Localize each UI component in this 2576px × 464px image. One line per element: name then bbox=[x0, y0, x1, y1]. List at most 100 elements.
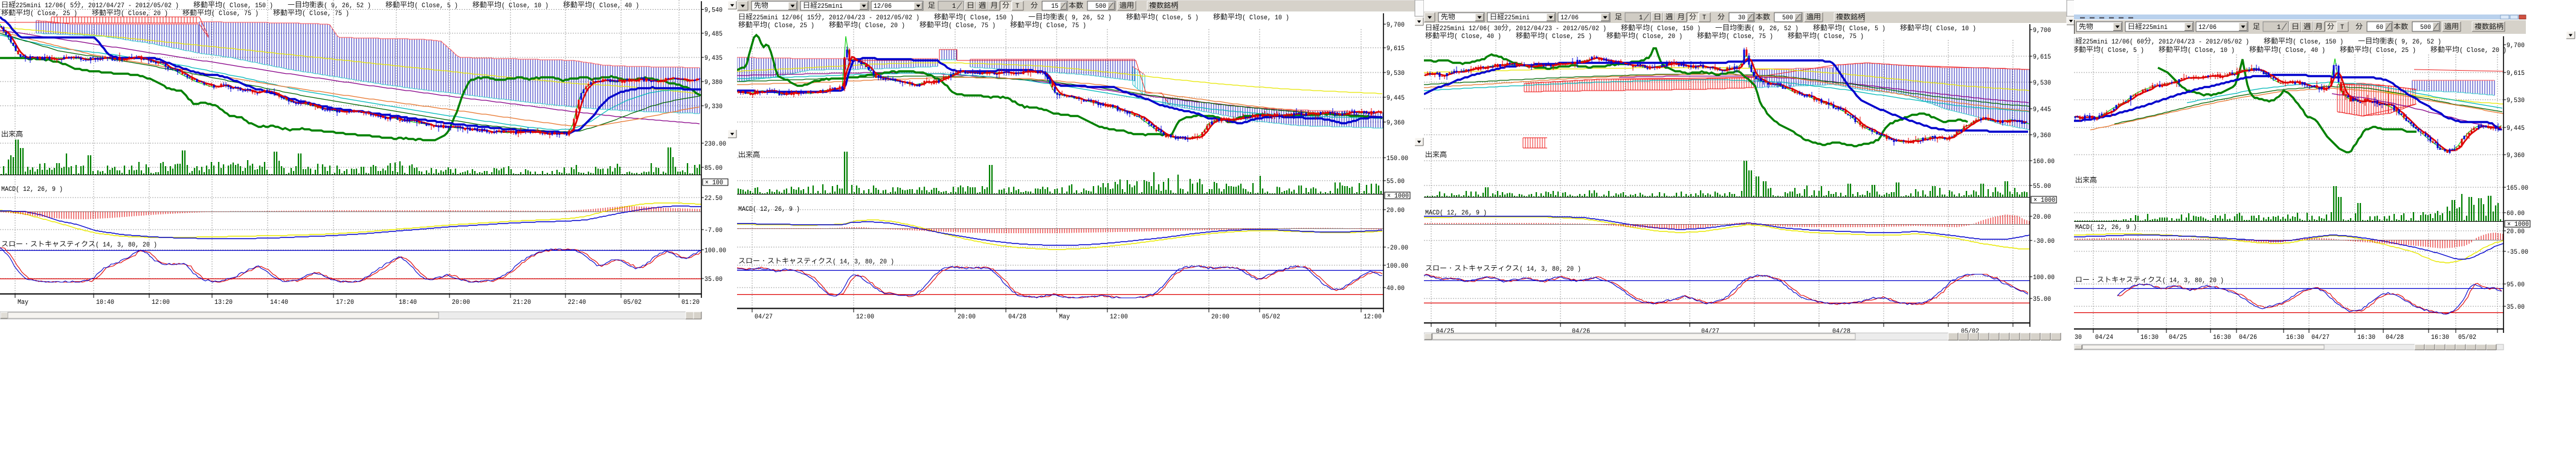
svg-text:22.50: 22.50 bbox=[704, 195, 723, 202]
svg-text:9,615: 9,615 bbox=[2507, 70, 2525, 77]
svg-text:100.00: 100.00 bbox=[2033, 274, 2055, 282]
svg-text:( Close, 10 ): ( Close, 10 ) bbox=[2188, 47, 2249, 54]
svg-text:-30.00: -30.00 bbox=[2033, 238, 2055, 245]
svg-text:20.00: 20.00 bbox=[2507, 228, 2525, 236]
svg-text:12/06: 12/06 bbox=[2198, 24, 2217, 31]
svg-text:-7.00: -7.00 bbox=[704, 227, 723, 234]
svg-text:9,445: 9,445 bbox=[2033, 106, 2051, 114]
svg-text:9,700: 9,700 bbox=[2507, 42, 2525, 50]
svg-text:( 9, 26, 52 ): ( 9, 26, 52 ) bbox=[1064, 14, 1126, 22]
svg-text:, 2012/04/23 - 2012/05/02 ): , 2012/04/23 - 2012/05/02 ) bbox=[2151, 39, 2264, 46]
svg-text:( Close, 20 ): ( Close, 20 ) bbox=[858, 22, 919, 30]
svg-text:9,615: 9,615 bbox=[1386, 45, 1405, 53]
svg-text:9,540: 9,540 bbox=[704, 7, 723, 14]
svg-text:May: May bbox=[18, 299, 28, 306]
svg-text:( Close, 75 ): ( Close, 75 ) bbox=[302, 10, 349, 18]
svg-text:MACD( 12, 26, 9 ): MACD( 12, 26, 9 ) bbox=[2075, 224, 2137, 231]
svg-text:( 14, 3, 80, 20 ): ( 14, 3, 80, 20 ) bbox=[2162, 277, 2224, 285]
svg-text:500: 500 bbox=[2420, 24, 2431, 31]
svg-text:150.00: 150.00 bbox=[1386, 155, 1408, 163]
svg-text:12:00: 12:00 bbox=[152, 299, 170, 306]
svg-text:01:20: 01:20 bbox=[681, 299, 700, 306]
svg-text:20.00: 20.00 bbox=[2033, 214, 2051, 221]
svg-text:22:40: 22:40 bbox=[568, 299, 586, 306]
svg-text:100.00: 100.00 bbox=[1386, 263, 1408, 270]
svg-text:12/06: 12/06 bbox=[874, 3, 892, 10]
svg-text:9,530: 9,530 bbox=[1386, 70, 1405, 77]
svg-text:500: 500 bbox=[1095, 3, 1106, 10]
svg-text:30: 30 bbox=[1738, 14, 1745, 22]
svg-text:( 14, 3, 80, 20 ): ( 14, 3, 80, 20 ) bbox=[95, 242, 157, 249]
svg-text:( Close, 75 ): ( Close, 75 ) bbox=[948, 22, 1010, 30]
svg-text:85.00: 85.00 bbox=[704, 165, 723, 172]
svg-text:May: May bbox=[1059, 314, 1070, 321]
svg-text:( Close, 20 ): ( Close, 20 ) bbox=[121, 10, 182, 18]
svg-text:225mini 12/06( 60: 225mini 12/06( 60 bbox=[2082, 39, 2144, 46]
svg-text:20:00: 20:00 bbox=[958, 314, 976, 321]
svg-text:35.00: 35.00 bbox=[2507, 304, 2525, 311]
svg-text:55.00: 55.00 bbox=[1386, 178, 1405, 185]
svg-text:18:40: 18:40 bbox=[399, 299, 417, 306]
svg-text:× 1000: × 1000 bbox=[2507, 221, 2529, 228]
svg-text:( Close, 40 ): ( Close, 40 ) bbox=[2278, 47, 2340, 54]
svg-text:( 14, 3, 80, 20 ): ( 14, 3, 80, 20 ) bbox=[832, 259, 894, 266]
svg-text:9,360: 9,360 bbox=[1386, 120, 1405, 127]
svg-text:9,435: 9,435 bbox=[704, 55, 723, 62]
svg-text:9,445: 9,445 bbox=[2507, 125, 2525, 132]
svg-text:1: 1 bbox=[952, 3, 956, 10]
svg-text:( Close, 10 ): ( Close, 10 ) bbox=[1929, 25, 1976, 33]
svg-text:225mini 12/06( 30: 225mini 12/06( 30 bbox=[1440, 25, 1501, 33]
svg-text:04/26: 04/26 bbox=[2239, 334, 2257, 341]
svg-text:10:40: 10:40 bbox=[96, 299, 114, 306]
svg-text:( Close, 40 ): ( Close, 40 ) bbox=[1454, 33, 1516, 40]
svg-text:225mini: 225mini bbox=[817, 3, 843, 10]
svg-text:T: T bbox=[1702, 14, 1706, 22]
svg-text:20.00: 20.00 bbox=[1386, 207, 1405, 214]
svg-text:9,360: 9,360 bbox=[2033, 132, 2051, 140]
svg-text:1: 1 bbox=[1639, 14, 1643, 22]
svg-text:( Close, 150 ): ( Close, 150 ) bbox=[1650, 25, 1715, 33]
svg-text:9,530: 9,530 bbox=[2507, 97, 2525, 105]
svg-text:1: 1 bbox=[2277, 24, 2281, 31]
svg-text:40.00: 40.00 bbox=[1386, 285, 1405, 292]
svg-text:9,360: 9,360 bbox=[2507, 152, 2525, 160]
svg-text:04/25: 04/25 bbox=[2169, 334, 2187, 341]
svg-text:( Close, 25 ): ( Close, 25 ) bbox=[30, 10, 92, 18]
svg-text:225mini 12/06( 5: 225mini 12/06( 5 bbox=[16, 2, 74, 10]
svg-text:225mini 12/06( 15: 225mini 12/06( 15 bbox=[753, 14, 814, 22]
svg-text:30: 30 bbox=[2075, 334, 2082, 341]
svg-text:( Close, 75 ): ( Close, 75 ) bbox=[211, 10, 273, 18]
svg-text:165.00: 165.00 bbox=[2507, 185, 2528, 192]
svg-text:× 1000: × 1000 bbox=[2033, 197, 2055, 204]
svg-text:9,615: 9,615 bbox=[2033, 54, 2051, 61]
svg-text:17:20: 17:20 bbox=[336, 299, 354, 306]
svg-text:( Close, 20 ): ( Close, 20 ) bbox=[1635, 33, 1697, 40]
svg-text:MACD( 12, 26, 9 ): MACD( 12, 26, 9 ) bbox=[738, 206, 800, 213]
svg-text:14:40: 14:40 bbox=[270, 299, 288, 306]
svg-text:( Close, 5 ): ( Close, 5 ) bbox=[414, 2, 472, 10]
svg-text:× 100: × 100 bbox=[705, 179, 723, 187]
svg-text:9,380: 9,380 bbox=[704, 79, 723, 86]
svg-text:( Close, 25 ): ( Close, 25 ) bbox=[767, 22, 829, 30]
svg-text:-20.00: -20.00 bbox=[1386, 245, 1408, 252]
svg-text:04/28: 04/28 bbox=[2386, 334, 2404, 341]
svg-text:225mini: 225mini bbox=[1504, 14, 1530, 22]
svg-text:05/02: 05/02 bbox=[623, 299, 642, 306]
svg-text:( Close, 40 ): ( Close, 40 ) bbox=[592, 2, 639, 10]
svg-text:9,485: 9,485 bbox=[704, 31, 723, 38]
svg-text:, 2012/04/27 - 2012/05/02 ): , 2012/04/27 - 2012/05/02 ) bbox=[81, 2, 193, 10]
svg-text:9,445: 9,445 bbox=[1386, 95, 1405, 102]
svg-text:( Close, 10 ): ( Close, 10 ) bbox=[1242, 14, 1289, 22]
svg-text:-35.00: -35.00 bbox=[2507, 249, 2528, 256]
svg-text:( 14, 3, 80, 20 ): ( 14, 3, 80, 20 ) bbox=[1519, 266, 1581, 273]
svg-text:100.00: 100.00 bbox=[704, 248, 726, 255]
svg-text:15: 15 bbox=[1051, 3, 1058, 10]
svg-text:12:00: 12:00 bbox=[1364, 314, 1382, 321]
svg-text:225mini: 225mini bbox=[2142, 24, 2168, 31]
svg-text:21:20: 21:20 bbox=[513, 299, 531, 306]
svg-text:12:00: 12:00 bbox=[1110, 314, 1128, 321]
svg-text:16:30: 16:30 bbox=[2357, 334, 2375, 341]
svg-text:60.00: 60.00 bbox=[2507, 210, 2525, 218]
svg-text:, 2012/04/23 - 2012/05/02 ): , 2012/04/23 - 2012/05/02 ) bbox=[822, 14, 934, 22]
svg-text:T: T bbox=[1016, 3, 1019, 10]
